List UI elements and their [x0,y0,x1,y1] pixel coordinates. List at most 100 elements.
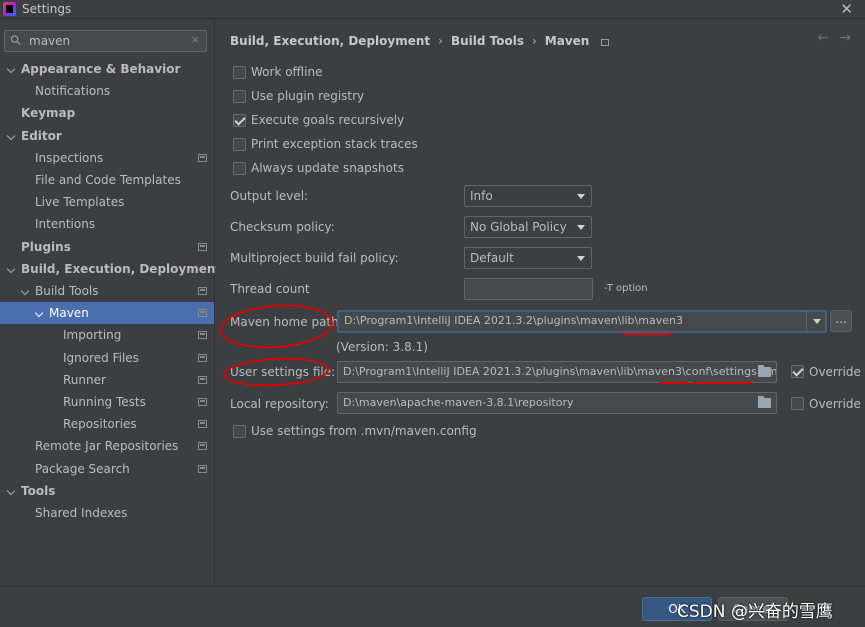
sidebar-item-label: Runner [63,372,106,387]
sidebar-item-label: Package Search [35,461,130,476]
always-update-snapshots-checkbox[interactable] [233,162,246,175]
sidebar-item-label: File and Code Templates [35,173,181,187]
use-mvn-config-checkbox[interactable] [233,425,246,438]
user-settings-file-input[interactable]: D:\Program1\IntelliJ IDEA 2021.3.2\plugi… [337,361,777,383]
sidebar-item[interactable]: Tools [0,480,214,502]
forward-arrow-icon[interactable]: → [839,30,851,46]
sidebar-item-label: Plugins [21,239,71,254]
sidebar-item[interactable]: Package Search [0,458,214,480]
chevron-down-icon[interactable] [34,308,44,318]
use-plugin-registry-checkbox[interactable] [233,90,246,103]
sidebar-item[interactable]: File and Code Templates [0,169,214,191]
maven-home-dropdown-button[interactable] [808,311,825,333]
sidebar-item[interactable]: Build, Execution, Deployment [0,258,221,280]
sidebar-item-label: Notifications [35,84,111,99]
clear-search-icon[interactable]: × [191,33,200,46]
dropdown-arrow-icon [813,319,821,324]
project-level-icon [198,420,207,429]
sidebar-item[interactable]: Maven [0,302,214,325]
work-offline-checkbox[interactable] [233,66,246,79]
sidebar-item-label: Intentions [35,217,96,232]
local-repository-label: Local repository: [230,397,329,411]
sidebar-item[interactable]: Remote Jar Repositories [0,435,214,457]
use-mvn-config-label: Use settings from .mvn/maven.config [251,424,477,438]
sidebar-item-label: Ignored Files [63,350,139,365]
always-update-snapshots-label: Always update snapshots [251,161,404,175]
print-stack-traces-label: Print exception stack traces [251,137,418,151]
local-repository-value: D:\maven\apache-maven-3.8.1\repository [343,396,574,409]
sidebar-item[interactable]: Importing [0,324,214,346]
chevron-down-icon[interactable] [6,486,16,496]
print-stack-traces-checkbox[interactable] [233,138,246,151]
sidebar-item[interactable]: Plugins [0,236,214,258]
folder-icon[interactable] [758,396,771,408]
sidebar-item-label: Remote Jar Repositories [35,439,179,454]
breadcrumb-item: Build Tools [450,34,524,48]
title-bar: Settings ✕ [0,0,865,19]
maven-home-path-value: D:\Program1\IntelliJ IDEA 2021.3.2\plugi… [344,314,683,327]
output-level-dropdown[interactable]: Info [464,185,592,207]
annotation-underline-settings-xml [692,382,752,384]
browse-maven-home-button[interactable]: ... [830,310,852,332]
sidebar-item[interactable]: Appearance & Behavior [0,58,214,80]
sidebar-item-label: Shared Indexes [35,506,128,520]
sidebar-item-label: Maven [49,306,89,321]
csdn-watermark: CSDN @兴奋的雪鹰 [677,602,833,622]
annotation-circle-user-settings [222,355,330,389]
override-repository-label: Override [809,397,861,411]
combo-separator [806,311,807,331]
breadcrumb-item: Build, Execution, Deployment [230,34,431,48]
chevron-down-icon[interactable] [20,286,30,296]
sidebar-item[interactable]: Live Templates [0,191,214,213]
sidebar-item[interactable]: Editor [0,125,214,147]
folder-icon[interactable] [758,365,771,377]
thread-count-hint: -T option [604,283,648,294]
project-level-icon [198,287,207,295]
maven-home-path-combo[interactable]: D:\Program1\IntelliJ IDEA 2021.3.2\plugi… [337,310,827,333]
search-icon [10,35,21,46]
project-level-icon [198,353,207,362]
sidebar-item[interactable]: Build Tools [0,280,214,302]
checksum-policy-dropdown[interactable]: No Global Policy [464,216,592,238]
chevron-down-icon[interactable] [6,64,16,74]
annotation-circle-maven-home [217,301,335,352]
override-repository-checkbox[interactable] [791,397,804,410]
multiproject-policy-value: Default [470,251,514,265]
back-arrow-icon[interactable]: ← [817,30,829,46]
thread-count-label: Thread count [230,282,310,296]
use-plugin-registry-label: Use plugin registry [251,89,365,103]
project-level-icon [198,153,207,162]
sidebar-item[interactable]: Notifications [0,80,214,102]
sidebar-item-label: Live Templates [35,195,125,210]
work-offline-label: Work offline [251,65,323,79]
breadcrumb-item: Maven [544,34,590,48]
sidebar-item-label: Build Tools [35,284,99,298]
breadcrumb-separator: › [531,34,537,48]
thread-count-input[interactable] [464,278,593,300]
local-repository-input[interactable]: D:\maven\apache-maven-3.8.1\repository [337,392,777,414]
sidebar-item[interactable]: Keymap [0,102,214,124]
project-level-icon [601,39,610,46]
sidebar-item[interactable]: Intentions [0,213,214,235]
sidebar-item-label: Editor [21,128,62,143]
sidebar-item[interactable]: Repositories [0,413,214,435]
multiproject-policy-dropdown[interactable]: Default [464,247,592,269]
breadcrumb-separator: › [438,34,443,48]
close-icon[interactable]: ✕ [840,0,853,18]
sidebar-item[interactable]: Running Tests [0,391,214,413]
sidebar-item[interactable]: Inspections [0,147,214,169]
sidebar-item-label: Running Tests [63,395,146,409]
output-level-label: Output level: [230,189,309,203]
settings-search-input[interactable]: maven × [4,30,207,52]
sidebar-item[interactable]: Runner [0,369,214,391]
user-settings-file-value: D:\Program1\IntelliJ IDEA 2021.3.2\plugi… [343,365,777,378]
sidebar-item[interactable]: Shared Indexes [0,502,214,524]
sidebar-item-label: Tools [21,483,56,498]
chevron-down-icon[interactable] [6,131,16,140]
maven-version-text: (Version: 3.8.1) [336,340,428,354]
sidebar-item[interactable]: Ignored Files [0,347,214,369]
chevron-down-icon[interactable] [6,264,16,274]
project-level-icon [198,442,207,451]
override-settings-checkbox[interactable] [791,365,804,378]
execute-goals-recursively-checkbox[interactable] [233,114,246,127]
